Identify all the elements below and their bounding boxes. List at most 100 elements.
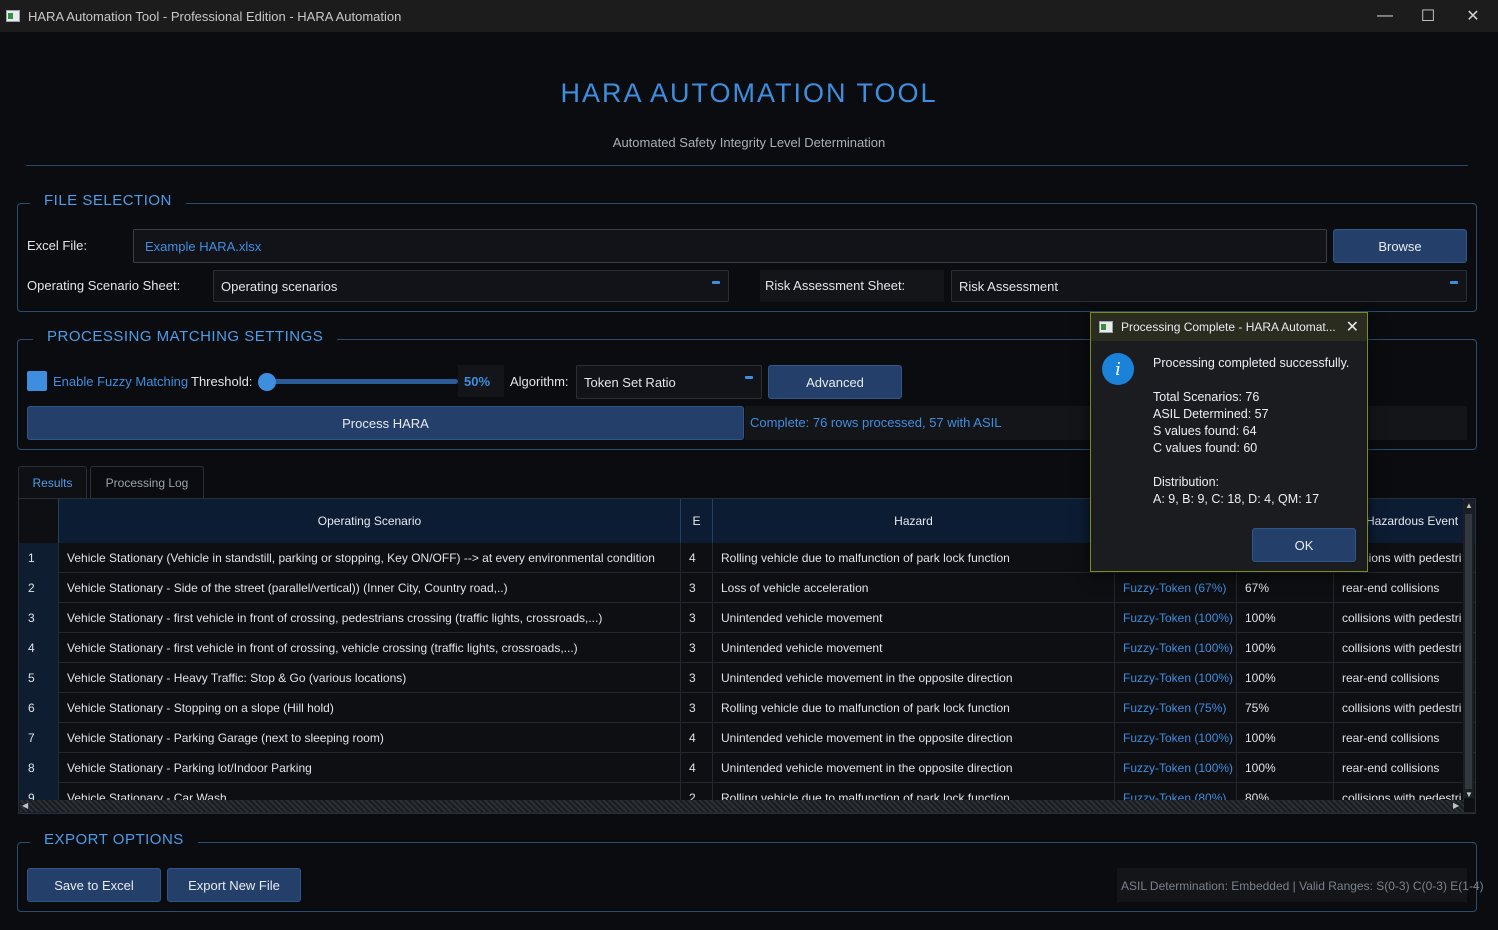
table-row[interactable]: 3 Vehicle Stationary - first vehicle in f… [19, 603, 1475, 633]
hazardous-event-cell[interactable]: rear-end collisions [1334, 573, 1464, 603]
advanced-button[interactable]: Advanced [768, 365, 902, 399]
score-cell[interactable]: 100% [1237, 663, 1334, 693]
table-row[interactable]: 7 Vehicle Stationary - Parking Garage (ne… [19, 723, 1475, 753]
score-cell[interactable]: 100% [1237, 603, 1334, 633]
row-number-cell[interactable]: 1 [19, 543, 59, 573]
dialog-total-scenarios: Total Scenarios: 76 [1153, 390, 1260, 404]
threshold-slider-track[interactable] [268, 379, 458, 384]
threshold-slider-handle[interactable] [258, 373, 276, 391]
table-row[interactable]: 2 Vehicle Stationary - Side of the street… [19, 573, 1475, 603]
match-cell[interactable]: Fuzzy-Token (100%) [1115, 633, 1237, 663]
hazard-cell[interactable]: Unintended vehicle movement [713, 633, 1115, 663]
app-icon [6, 10, 20, 22]
fuzzy-matching-label[interactable]: Enable Fuzzy Matching [53, 374, 188, 389]
header-e[interactable]: E [681, 499, 713, 543]
match-cell[interactable]: Fuzzy-Token (67%) [1115, 573, 1237, 603]
e-cell[interactable]: 3 [681, 663, 713, 693]
e-cell[interactable]: 4 [681, 543, 713, 573]
window-titlebar: HARA Automation Tool - Professional Edit… [0, 0, 1498, 32]
close-button[interactable]: ✕ [1450, 0, 1496, 32]
table-row[interactable]: 4 Vehicle Stationary - first vehicle in f… [19, 633, 1475, 663]
window-title: HARA Automation Tool - Professional Edit… [28, 8, 402, 24]
hazard-cell[interactable]: Unintended vehicle movement in the oppos… [713, 753, 1115, 783]
operating-scenario-cell[interactable]: Vehicle Stationary - first vehicle in fr… [59, 633, 681, 663]
hazard-cell[interactable]: Rolling vehicle due to malfunction of pa… [713, 693, 1115, 723]
minimize-button[interactable]: — [1362, 0, 1408, 32]
tab-processing-log[interactable]: Processing Log [90, 466, 204, 498]
operating-scenario-cell[interactable]: Vehicle Stationary - Side of the street … [59, 573, 681, 603]
match-cell[interactable]: Fuzzy-Token (100%) [1115, 603, 1237, 633]
row-number-cell[interactable]: 3 [19, 603, 59, 633]
operating-scenario-cell[interactable]: Vehicle Stationary - first vehicle in fr… [59, 603, 681, 633]
risk-sheet-value: Risk Assessment [959, 278, 1058, 294]
e-cell[interactable]: 4 [681, 753, 713, 783]
score-cell[interactable]: 100% [1237, 723, 1334, 753]
maximize-button[interactable]: ☐ [1405, 0, 1451, 32]
hazardous-event-cell[interactable]: rear-end collisions [1334, 753, 1464, 783]
score-cell[interactable]: 100% [1237, 633, 1334, 663]
scenario-sheet-value: Operating scenarios [221, 278, 338, 294]
e-cell[interactable]: 4 [681, 723, 713, 753]
row-number-cell[interactable]: 4 [19, 633, 59, 663]
hazardous-event-cell[interactable]: collisions with pedestri [1334, 693, 1464, 723]
row-number-cell[interactable]: 5 [19, 663, 59, 693]
hazard-cell[interactable]: Unintended vehicle movement in the oppos… [713, 663, 1115, 693]
asil-info-text: ASIL Determination: Embedded | Valid Ran… [1121, 879, 1484, 893]
dialog-close-button[interactable]: ✕ [1346, 317, 1359, 337]
scroll-up-arrow-icon[interactable]: ▲ [1465, 501, 1473, 510]
dialog-asil-determined: ASIL Determined: 57 [1153, 407, 1269, 421]
hazardous-event-cell[interactable]: rear-end collisions [1334, 723, 1464, 753]
row-number-cell[interactable]: 6 [19, 693, 59, 723]
hazard-cell[interactable]: Unintended vehicle movement [713, 603, 1115, 633]
scenario-sheet-label: Operating Scenario Sheet: [27, 278, 181, 293]
hazard-cell[interactable]: Unintended vehicle movement in the oppos… [713, 723, 1115, 753]
risk-sheet-select[interactable]: Risk Assessment [951, 270, 1467, 302]
table-row[interactable]: 5 Vehicle Stationary - Heavy Traffic: Sto… [19, 663, 1475, 693]
hazardous-event-cell[interactable]: collisions with pedestri [1334, 633, 1464, 663]
hazard-cell[interactable]: Loss of vehicle acceleration [713, 573, 1115, 603]
table-row[interactable]: 8 Vehicle Stationary - Parking lot/Indoor… [19, 753, 1475, 783]
vertical-scrollbar-thumb[interactable] [1465, 514, 1472, 789]
operating-scenario-cell[interactable]: Vehicle Stationary - Parking Garage (nex… [59, 723, 681, 753]
e-cell[interactable]: 3 [681, 693, 713, 723]
save-to-excel-button[interactable]: Save to Excel [27, 868, 161, 902]
match-cell[interactable]: Fuzzy-Token (75%) [1115, 693, 1237, 723]
algorithm-select[interactable]: Token Set Ratio [576, 365, 762, 399]
header-hazard[interactable]: Hazard [713, 499, 1115, 543]
table-horizontal-scrollbar[interactable] [20, 800, 1464, 812]
hazardous-event-cell[interactable]: collisions with pedestri [1334, 603, 1464, 633]
tab-results[interactable]: Results [18, 466, 87, 498]
header-operating-scenario[interactable]: Operating Scenario [59, 499, 681, 543]
scenario-sheet-select[interactable]: Operating scenarios [213, 270, 729, 302]
processing-title: PROCESSING MATCHING SETTINGS [33, 328, 338, 345]
dialog-ok-button[interactable]: OK [1252, 528, 1356, 562]
row-number-cell[interactable]: 8 [19, 753, 59, 783]
row-number-cell[interactable]: 7 [19, 723, 59, 753]
scroll-down-arrow-icon[interactable]: ▼ [1465, 790, 1473, 799]
process-hara-button[interactable]: Process HARA [27, 406, 744, 440]
scroll-right-arrow-icon[interactable]: ▶ [1453, 801, 1459, 810]
match-cell[interactable]: Fuzzy-Token (100%) [1115, 723, 1237, 753]
hazardous-event-cell[interactable]: rear-end collisions [1334, 663, 1464, 693]
excel-file-input[interactable]: Example HARA.xlsx [133, 229, 1327, 263]
browse-button[interactable]: Browse [1333, 229, 1467, 263]
e-cell[interactable]: 3 [681, 633, 713, 663]
export-new-file-button[interactable]: Export New File [167, 868, 301, 902]
row-number-cell[interactable]: 2 [19, 573, 59, 603]
score-cell[interactable]: 67% [1237, 573, 1334, 603]
score-cell[interactable]: 75% [1237, 693, 1334, 723]
score-cell[interactable]: 100% [1237, 753, 1334, 783]
scroll-left-arrow-icon[interactable]: ◀ [22, 801, 28, 810]
match-cell[interactable]: Fuzzy-Token (100%) [1115, 663, 1237, 693]
e-cell[interactable]: 3 [681, 573, 713, 603]
fuzzy-matching-checkbox[interactable] [27, 371, 47, 391]
app-title: HARA AUTOMATION TOOL [560, 78, 938, 108]
table-row[interactable]: 6 Vehicle Stationary - Stopping on a slop… [19, 693, 1475, 723]
operating-scenario-cell[interactable]: Vehicle Stationary - Stopping on a slope… [59, 693, 681, 723]
hazard-cell[interactable]: Rolling vehicle due to malfunction of pa… [713, 543, 1115, 573]
operating-scenario-cell[interactable]: Vehicle Stationary (Vehicle in standstil… [59, 543, 681, 573]
operating-scenario-cell[interactable]: Vehicle Stationary - Heavy Traffic: Stop… [59, 663, 681, 693]
e-cell[interactable]: 3 [681, 603, 713, 633]
operating-scenario-cell[interactable]: Vehicle Stationary - Parking lot/Indoor … [59, 753, 681, 783]
match-cell[interactable]: Fuzzy-Token (100%) [1115, 753, 1237, 783]
